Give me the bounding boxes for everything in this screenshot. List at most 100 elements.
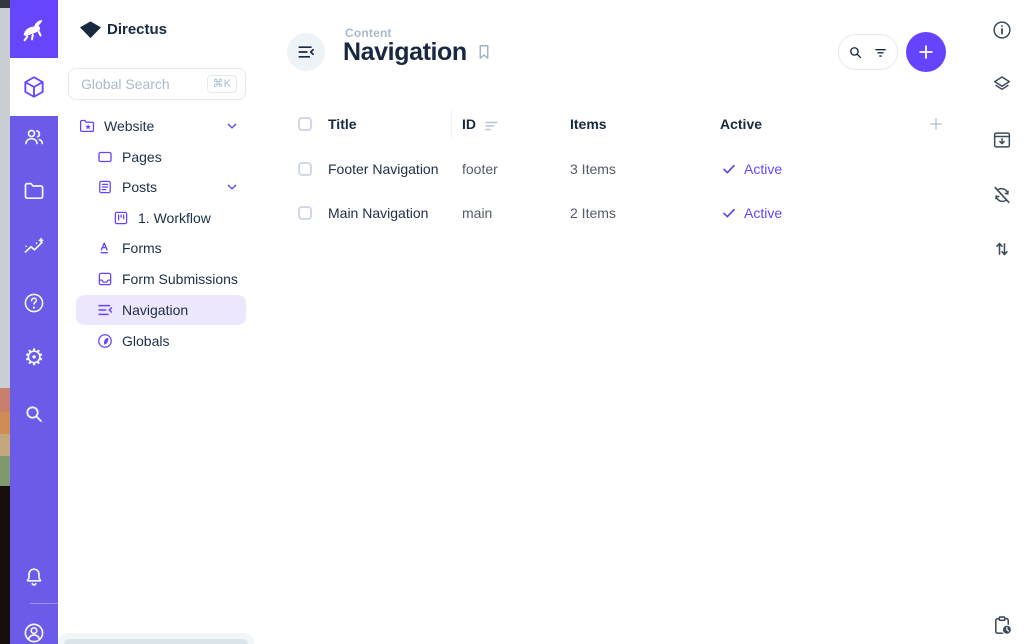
kanban-icon xyxy=(112,209,130,227)
background-strip-segment xyxy=(0,388,10,412)
page-icon xyxy=(96,148,114,166)
gear-icon: ⚙ xyxy=(24,346,45,369)
bottom-popup-inner xyxy=(64,639,248,644)
cube-icon xyxy=(21,74,47,100)
archive-icon xyxy=(991,129,1013,151)
cell-items: 3 Items xyxy=(570,161,616,177)
sidebar-item-label: Website xyxy=(104,118,154,134)
help-module-button[interactable] xyxy=(10,291,58,315)
sidebar-item-website[interactable]: Website xyxy=(76,111,246,141)
chevron-down-icon[interactable] xyxy=(224,118,240,134)
cell-title: Main Navigation xyxy=(328,205,428,221)
sidebar-item-label: Navigation xyxy=(122,302,188,318)
cell-active: Active xyxy=(744,161,782,177)
module-bar-divider xyxy=(30,603,58,604)
select-all-checkbox[interactable] xyxy=(298,117,312,131)
notifications-button[interactable] xyxy=(10,565,58,589)
folder-star-icon xyxy=(78,117,96,135)
users-module-button[interactable] xyxy=(10,125,58,149)
check-icon xyxy=(721,205,737,221)
directus-rabbit-logo[interactable] xyxy=(10,0,58,58)
sidebar-item-label: Forms xyxy=(122,240,162,256)
collection-icon-button[interactable] xyxy=(287,33,325,71)
search-shortcut-badge: ⌘K xyxy=(207,75,237,93)
layout-options-button[interactable] xyxy=(991,73,1013,95)
background-strip-segment xyxy=(0,412,10,434)
import-export-button[interactable] xyxy=(991,129,1013,151)
check-icon xyxy=(721,161,737,177)
files-module-button[interactable] xyxy=(10,179,58,203)
chevron-down-icon[interactable] xyxy=(224,179,240,195)
column-header-id[interactable]: ID xyxy=(462,116,476,132)
profile-button[interactable] xyxy=(10,621,58,644)
sidebar-item-label: Form Submissions xyxy=(122,271,238,287)
bookmark-icon[interactable] xyxy=(474,42,494,62)
sidebar-item-pages[interactable]: Pages xyxy=(76,142,246,172)
column-divider[interactable] xyxy=(451,110,452,138)
pending-actions-button[interactable] xyxy=(991,614,1014,637)
sidebar-item-globals[interactable]: Globals xyxy=(76,326,246,356)
content-module-button[interactable] xyxy=(10,74,58,100)
cell-id: footer xyxy=(462,161,498,177)
project-logo[interactable] xyxy=(80,21,101,39)
sync-disabled-icon xyxy=(991,184,1013,206)
cell-active: Active xyxy=(744,205,782,221)
sort-indicator-icon[interactable] xyxy=(485,119,498,132)
globe-icon xyxy=(96,332,114,350)
directus-app-window: ⚙ Di xyxy=(0,0,1028,644)
background-strip-segment xyxy=(0,434,10,456)
sync-disabled-button[interactable] xyxy=(991,184,1013,206)
sort-items-button[interactable] xyxy=(991,238,1013,260)
add-column-icon[interactable] xyxy=(927,115,945,133)
row-checkbox[interactable] xyxy=(298,206,312,220)
cell-items: 2 Items xyxy=(570,205,616,221)
sidebar-item-label: Globals xyxy=(122,333,169,349)
search-icon xyxy=(22,402,46,426)
right-sidebar xyxy=(978,0,1028,644)
people-icon xyxy=(22,125,46,149)
cell-title: Footer Navigation xyxy=(328,161,439,177)
row-checkbox[interactable] xyxy=(298,162,312,176)
sidebar-item-label: Posts xyxy=(122,179,157,195)
bottom-popup-edge xyxy=(58,633,254,644)
settings-module-button[interactable]: ⚙ xyxy=(10,346,58,369)
swap-vert-icon xyxy=(991,238,1013,260)
sidebar-item-workflow[interactable]: 1. Workflow xyxy=(76,203,246,233)
pending-actions-icon xyxy=(991,614,1014,637)
column-header-active[interactable]: Active xyxy=(720,116,762,132)
filter-icon[interactable] xyxy=(872,44,889,61)
sidebar-item-label: 1. Workflow xyxy=(138,210,211,226)
insights-module-button[interactable] xyxy=(10,235,58,259)
search-filter-pill xyxy=(838,34,898,70)
search-module-button[interactable] xyxy=(10,402,58,426)
add-item-button[interactable] xyxy=(906,32,946,72)
info-icon xyxy=(991,19,1013,41)
module-bar: ⚙ xyxy=(10,0,58,644)
sidebar-item-forms[interactable]: Forms xyxy=(76,233,246,263)
account-circle-icon xyxy=(22,621,46,644)
navigation-sidebar: Directus Global Search ⌘K Website Pages xyxy=(58,0,252,644)
layers-icon xyxy=(991,73,1013,95)
sidebar-item-posts[interactable]: Posts xyxy=(76,172,246,202)
info-button[interactable] xyxy=(991,19,1013,41)
letter-a-icon xyxy=(96,239,114,257)
folder-icon xyxy=(22,179,46,203)
background-strip-segment xyxy=(0,8,10,388)
help-icon xyxy=(22,291,46,315)
global-search-input[interactable]: Global Search ⌘K xyxy=(68,68,246,100)
column-header-items[interactable]: Items xyxy=(570,116,607,132)
nav-list-icon xyxy=(296,42,316,62)
sidebar-item-label: Pages xyxy=(122,149,162,165)
bell-icon xyxy=(22,565,46,589)
sidebar-item-navigation[interactable]: Navigation xyxy=(76,295,246,325)
sidebar-item-form-submissions[interactable]: Form Submissions xyxy=(76,264,246,294)
diamond-logo-icon xyxy=(80,21,101,39)
article-icon xyxy=(96,178,114,196)
search-icon[interactable] xyxy=(847,44,864,61)
inbox-icon xyxy=(96,270,114,288)
column-header-title[interactable]: Title xyxy=(328,116,357,132)
page-title: Navigation xyxy=(343,38,467,67)
background-strip-segment xyxy=(0,456,10,486)
background-strip-segment xyxy=(0,486,10,644)
project-name: Directus xyxy=(107,21,167,38)
